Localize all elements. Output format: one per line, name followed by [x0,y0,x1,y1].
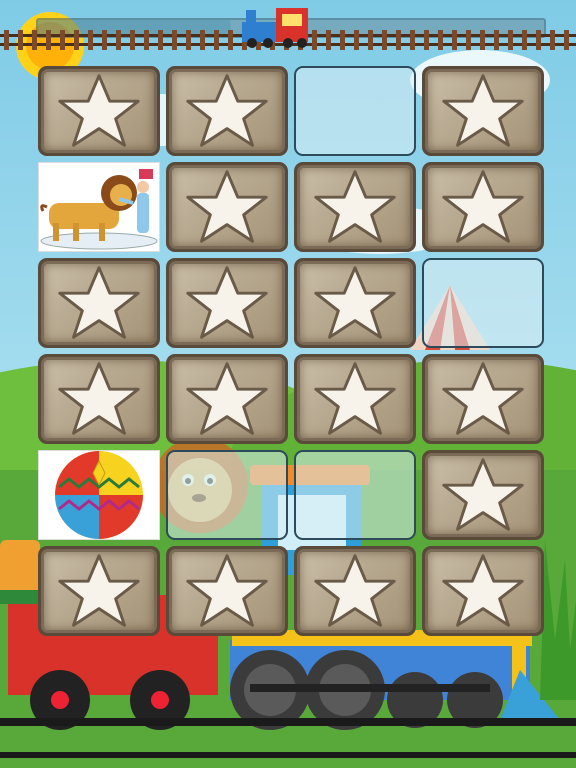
memory-card-facedown[interactable] [166,66,288,156]
card-back [425,165,541,249]
star-icon [186,74,268,147]
memory-card-facedown[interactable] [294,546,416,636]
memory-card-facedown[interactable] [422,450,544,540]
star-icon [314,554,396,627]
memory-card-facedown[interactable] [294,162,416,252]
card-back [297,549,413,633]
card-grid [38,66,546,638]
memory-card-facedown[interactable] [422,66,544,156]
lion-tamer-picture [40,169,158,250]
card-back [169,357,285,441]
progress-train-icon [242,8,308,48]
memory-card-facedown[interactable] [166,162,288,252]
card-back [169,69,285,153]
card-back [425,69,541,153]
card-back [41,69,157,153]
memory-card-faceup [38,162,160,252]
memory-card-facedown[interactable] [294,258,416,348]
star-icon [186,362,268,435]
memory-card-facedown[interactable] [38,354,160,444]
card-back [297,357,413,441]
star-icon [442,458,524,531]
memory-card-facedown[interactable] [166,546,288,636]
memory-card-facedown[interactable] [294,354,416,444]
memory-card-matched [294,450,416,540]
card-back [169,165,285,249]
card-back [41,261,157,345]
card-back [41,549,157,633]
card-back [425,549,541,633]
memory-card-facedown[interactable] [38,546,160,636]
memory-card-facedown[interactable] [38,66,160,156]
star-icon [58,74,140,147]
star-icon [442,362,524,435]
star-icon [314,362,396,435]
memory-card-faceup [38,450,160,540]
star-icon [314,170,396,243]
card-back [169,261,285,345]
card-back [297,261,413,345]
memory-card-facedown[interactable] [38,258,160,348]
card-back [425,453,541,537]
card-back [425,357,541,441]
memory-card-facedown[interactable] [166,354,288,444]
star-icon [58,266,140,339]
memory-card-facedown[interactable] [422,354,544,444]
star-icon [186,266,268,339]
card-back [297,165,413,249]
memory-card-facedown[interactable] [422,546,544,636]
circus-ball-picture [55,451,143,539]
memory-card-matched [166,450,288,540]
star-icon [58,362,140,435]
star-icon [314,266,396,339]
card-back [41,357,157,441]
memory-card-facedown[interactable] [422,162,544,252]
star-icon [442,170,524,243]
star-icon [186,554,268,627]
star-icon [442,554,524,627]
memory-card-matched [294,66,416,156]
memory-card-facedown[interactable] [166,258,288,348]
card-back [169,549,285,633]
star-icon [58,554,140,627]
memory-card-matched [422,258,544,348]
star-icon [186,170,268,243]
star-icon [442,74,524,147]
